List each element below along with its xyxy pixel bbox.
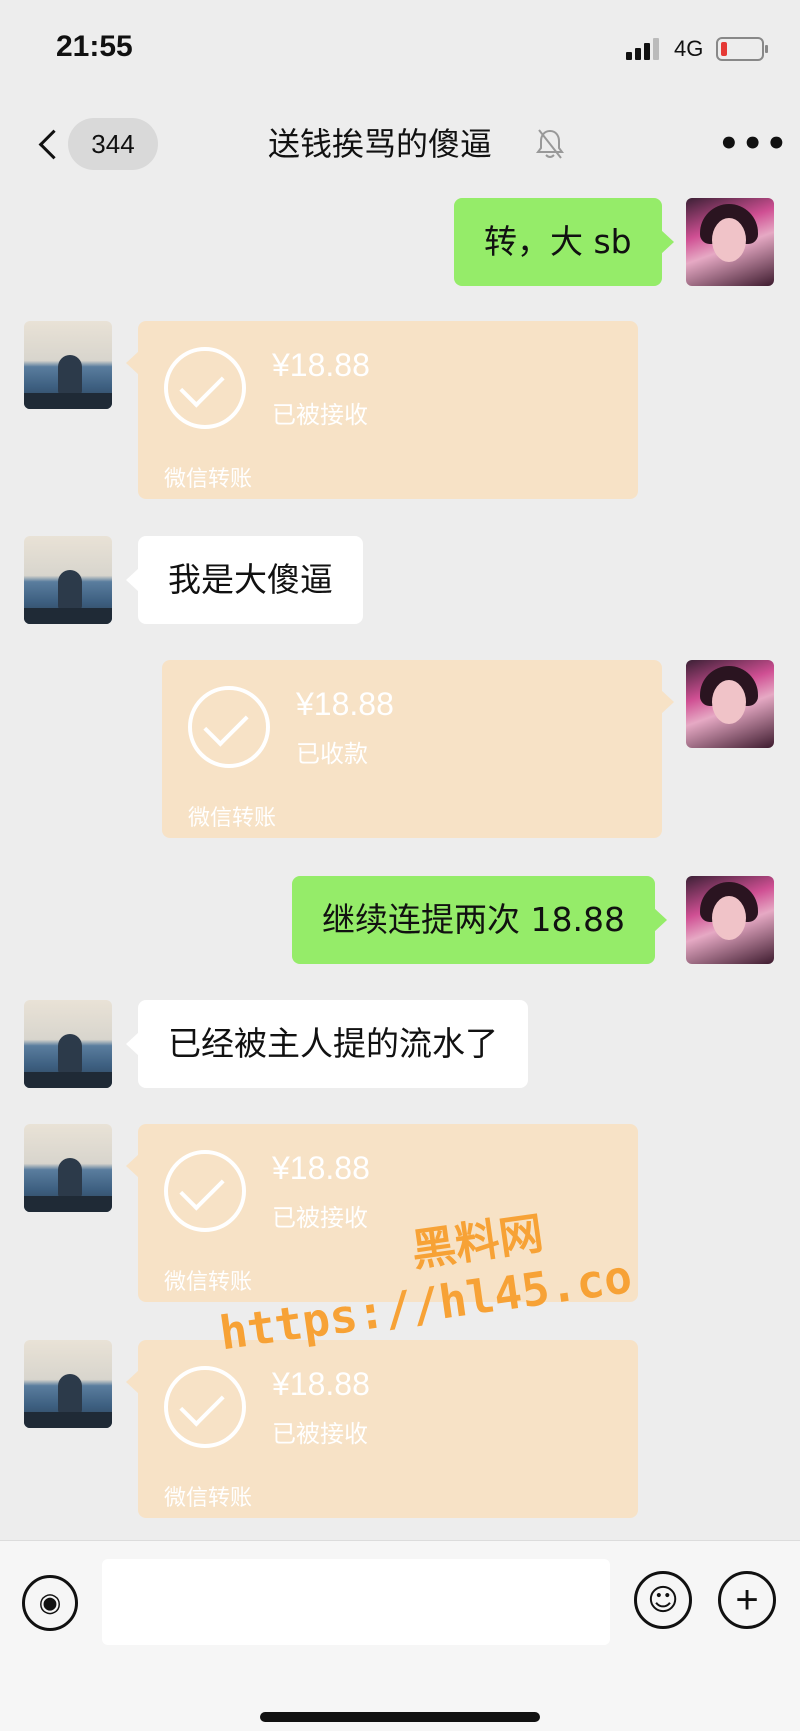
- transfer-card[interactable]: ¥18.88 已收款 微信转账: [162, 660, 674, 838]
- transfer-amount: ¥18.88: [272, 1366, 370, 1402]
- transfer-footer: 微信转账: [164, 1270, 253, 1295]
- transfer-status: 已被接收: [272, 1204, 368, 1232]
- battery-icon: [716, 37, 768, 61]
- transfer-amount: ¥18.88: [272, 347, 370, 383]
- contact-avatar[interactable]: [24, 321, 112, 409]
- contact-avatar[interactable]: [24, 536, 112, 624]
- emoji-icon[interactable]: ☺: [634, 1571, 692, 1629]
- transfer-footer: 微信转账: [188, 806, 277, 831]
- back-button[interactable]: [28, 122, 68, 166]
- check-circle-icon: [164, 1150, 246, 1232]
- transfer-status: 已被接收: [272, 401, 368, 429]
- message-input[interactable]: [102, 1559, 610, 1645]
- transfer-footer: 微信转账: [164, 1486, 253, 1511]
- status-bar: 21:55 4G: [0, 0, 800, 100]
- chat-header: 344 送钱挨骂的傻逼 •••: [0, 100, 800, 188]
- transfer-footer: 微信转账: [164, 467, 253, 492]
- status-time: 21:55: [56, 30, 133, 63]
- received-message-bubble[interactable]: 已经被主人提的流水了: [126, 1000, 528, 1088]
- signal-icon: [626, 38, 664, 60]
- sent-message-bubble[interactable]: 转，大 sb: [454, 198, 674, 286]
- chat-messages[interactable]: 转，大 sb ¥18.88 已被接收 微信转账 我是大傻逼 ¥18.88 已收款…: [0, 188, 800, 1540]
- chat-title: 送钱挨骂的傻逼: [268, 125, 493, 163]
- voice-icon[interactable]: ◉: [22, 1575, 78, 1631]
- network-type: 4G: [674, 36, 704, 61]
- transfer-amount: ¥18.88: [296, 686, 394, 722]
- more-options-button[interactable]: •••: [718, 124, 787, 164]
- received-message-bubble[interactable]: 我是大傻逼: [126, 536, 363, 624]
- transfer-amount: ¥18.88: [272, 1150, 370, 1186]
- contact-avatar[interactable]: [24, 1000, 112, 1088]
- transfer-card[interactable]: ¥18.88 已被接收 微信转账: [126, 1340, 638, 1518]
- transfer-status: 已收款: [296, 740, 368, 768]
- my-avatar[interactable]: [686, 876, 774, 964]
- check-circle-icon: [188, 686, 270, 768]
- input-bar: ◉ ☺ +: [0, 1540, 800, 1731]
- transfer-card[interactable]: ¥18.88 已被接收 微信转账: [126, 321, 638, 499]
- plus-icon[interactable]: +: [718, 1571, 776, 1629]
- contact-avatar[interactable]: [24, 1340, 112, 1428]
- transfer-card[interactable]: ¥18.88 已被接收 微信转账: [126, 1124, 638, 1302]
- check-circle-icon: [164, 1366, 246, 1448]
- home-indicator[interactable]: [260, 1712, 540, 1722]
- unread-count-badge[interactable]: 344: [68, 118, 158, 170]
- contact-avatar[interactable]: [24, 1124, 112, 1212]
- mute-bell-icon: [536, 129, 564, 159]
- my-avatar[interactable]: [686, 198, 774, 286]
- my-avatar[interactable]: [686, 660, 774, 748]
- sent-message-bubble[interactable]: 继续连提两次 18.88: [292, 876, 667, 964]
- check-circle-icon: [164, 347, 246, 429]
- transfer-status: 已被接收: [272, 1420, 368, 1448]
